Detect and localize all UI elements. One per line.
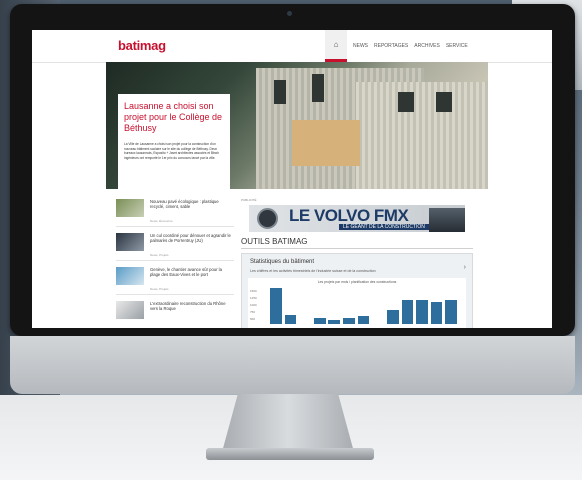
news-item[interactable]: Nouveau pavé écologique : plastique recy… <box>116 195 234 227</box>
divider <box>241 248 473 249</box>
chart-bar <box>284 314 297 324</box>
stats-widget[interactable]: Statistiques du bâtiment Les chiffres et… <box>241 253 473 328</box>
news-item[interactable]: L'extraordinaire reconstruction du Rhône… <box>116 297 234 328</box>
y-tick-label: 1000 <box>250 303 257 307</box>
news-thumbnail <box>116 267 144 285</box>
news-title[interactable]: Un cul coordiné pour dénouer et agrandir… <box>150 233 232 243</box>
ad-title: LE VOLVO FMX <box>289 206 409 225</box>
chart-bar <box>313 317 326 324</box>
stats-chart: Les projets par mois / planification des… <box>248 278 466 328</box>
chart-bars <box>270 288 460 324</box>
hero-building-wing <box>356 82 488 189</box>
building-window <box>274 80 286 104</box>
y-tick-label: 1250 <box>250 296 257 300</box>
news-meta: News, Projets <box>150 287 169 291</box>
chart-bar <box>357 316 370 324</box>
monitor-stand <box>222 394 354 452</box>
main-nav: ⌂ NEWS REPORTAGES ARCHIVES SERVICE <box>325 30 468 62</box>
nav-news[interactable]: NEWS <box>353 43 368 49</box>
ad-banner[interactable]: LE VOLVO FMX LE GÉANT DE LA CONSTRUCTION <box>249 205 465 232</box>
news-title[interactable]: L'extraordinaire reconstruction du Rhône… <box>150 301 232 311</box>
nav-reportages[interactable]: REPORTAGES <box>374 43 408 49</box>
news-meta: News, Projets <box>150 253 169 257</box>
building-entrance <box>292 120 360 166</box>
stats-title[interactable]: Statistiques du bâtiment <box>250 259 314 265</box>
browser-screen: batimag ⌂ NEWS REPORTAGES ARCHIVES SERVI… <box>32 30 552 328</box>
ad-subtitle: LE GÉANT DE LA CONSTRUCTION <box>339 224 429 230</box>
site-logo[interactable]: batimag <box>118 38 166 53</box>
building-window <box>312 74 324 102</box>
y-tick-label: 750 <box>250 310 256 314</box>
building-window <box>398 92 414 112</box>
home-icon[interactable]: ⌂ <box>325 30 347 62</box>
chart-bar <box>270 288 282 324</box>
news-item[interactable]: Un cul coordiné pour dénouer et agrandir… <box>116 229 234 261</box>
news-thumbnail <box>116 199 144 217</box>
news-item[interactable]: Genève, le chantier avance sûr pour la p… <box>116 263 234 295</box>
chart-bar <box>343 317 355 324</box>
tools-heading: OUTILS BATIMAG <box>241 237 308 246</box>
chevron-right-icon[interactable]: › <box>464 264 466 271</box>
news-meta: News, Économie <box>150 219 173 223</box>
news-title[interactable]: Genève, le chantier avance sûr pour la p… <box>150 267 232 277</box>
chart-bar <box>401 300 414 324</box>
chart-title: Les projets par mois / planification des… <box>317 280 397 284</box>
chart-bar <box>328 319 341 324</box>
ad-label: PUBLICITÉ <box>241 198 257 202</box>
monitor-base <box>206 448 374 460</box>
y-tick-label: 1500 <box>250 289 257 293</box>
monitor-chin <box>10 336 575 394</box>
truck-image <box>429 208 465 232</box>
camera-icon <box>287 11 292 16</box>
hero-excerpt: La Ville de Lausanne a choisi son projet… <box>124 142 219 160</box>
nav-archives[interactable]: ARCHIVES <box>414 43 440 49</box>
chart-bar <box>445 300 458 324</box>
nav-service[interactable]: SERVICE <box>446 43 468 49</box>
news-thumbnail <box>116 301 144 319</box>
chart-bar <box>416 300 428 324</box>
y-tick-label: 500 <box>250 317 256 321</box>
site-header: batimag ⌂ NEWS REPORTAGES ARCHIVES SERVI… <box>32 30 552 63</box>
news-thumbnail <box>116 233 144 251</box>
hero-title[interactable]: Lausanne a choisi son projet pour le Col… <box>124 101 224 134</box>
chart-bar <box>386 309 399 324</box>
volvo-logo-icon <box>257 208 278 229</box>
chart-bar <box>430 302 443 324</box>
stats-subtitle: Les chiffres et les activités trimestrie… <box>250 269 376 273</box>
news-title[interactable]: Nouveau pavé écologique : plastique recy… <box>150 199 232 209</box>
building-window <box>436 92 452 112</box>
